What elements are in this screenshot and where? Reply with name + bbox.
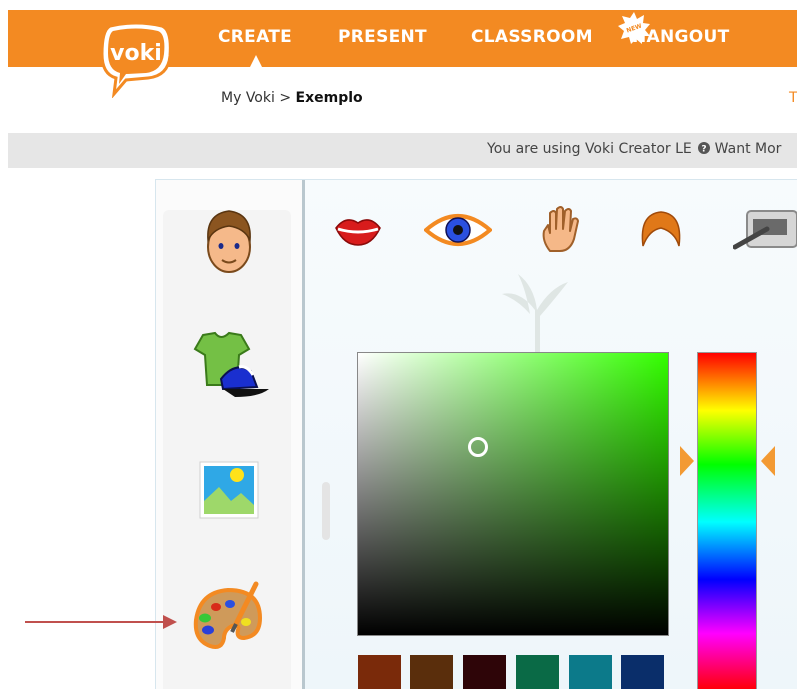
preset-swatch-1[interactable] (358, 655, 401, 689)
svg-text:voki: voki (110, 41, 162, 66)
hair-icon[interactable] (639, 208, 683, 248)
breadcrumb: My Voki > Exemplo (221, 90, 363, 106)
annotation-arrow-shaft (25, 621, 165, 623)
upgrade-link[interactable]: Want Mor (715, 141, 782, 157)
voki-editor-screen: voki CREATE PRESENT CLASSROOM HANGOUT NE… (0, 0, 797, 689)
preset-swatch-2[interactable] (410, 655, 453, 689)
help-icon[interactable]: ? (698, 142, 711, 155)
background-icon[interactable] (199, 461, 259, 519)
breadcrumb-my-voki[interactable]: My Voki (221, 90, 275, 106)
background-plant-silhouette (502, 274, 568, 358)
hand-icon[interactable] (540, 205, 582, 253)
nav-create[interactable]: CREATE (218, 27, 292, 47)
new-badge-icon: NEW (618, 12, 650, 44)
hue-slider[interactable] (697, 352, 757, 689)
clothing-icon[interactable] (187, 331, 271, 401)
saturation-brightness-picker[interactable] (357, 352, 669, 636)
info-bar-text: You are using Voki Creator LE ? Want Mor (487, 141, 781, 157)
preset-swatch-3[interactable] (463, 655, 506, 689)
truncated-link-edge: T (789, 90, 797, 106)
color-palette-icon[interactable] (190, 580, 266, 654)
hue-slider-handle-right[interactable] (761, 446, 775, 476)
color-picker-cursor[interactable] (468, 437, 488, 457)
breadcrumb-separator: > (279, 90, 292, 106)
panel-scroll-handle[interactable] (322, 482, 330, 540)
annotation-arrow-head (163, 615, 177, 629)
breadcrumb-current: Exemplo (295, 90, 363, 106)
preset-swatch-5[interactable] (569, 655, 612, 689)
hue-slider-handle-left[interactable] (680, 446, 694, 476)
creator-le-notice: You are using Voki Creator LE (487, 141, 692, 157)
mouth-icon[interactable] (334, 213, 382, 247)
active-nav-indicator (250, 55, 262, 67)
head-icon[interactable] (202, 206, 256, 278)
preset-swatch-4[interactable] (516, 655, 559, 689)
nav-present[interactable]: PRESENT (338, 27, 427, 47)
makeup-icon[interactable] (733, 209, 797, 251)
preset-swatch-6[interactable] (621, 655, 664, 689)
voki-logo[interactable]: voki (96, 18, 176, 98)
svg-text:?: ? (702, 145, 707, 155)
eye-icon[interactable] (424, 206, 492, 252)
nav-classroom[interactable]: CLASSROOM (471, 27, 593, 47)
